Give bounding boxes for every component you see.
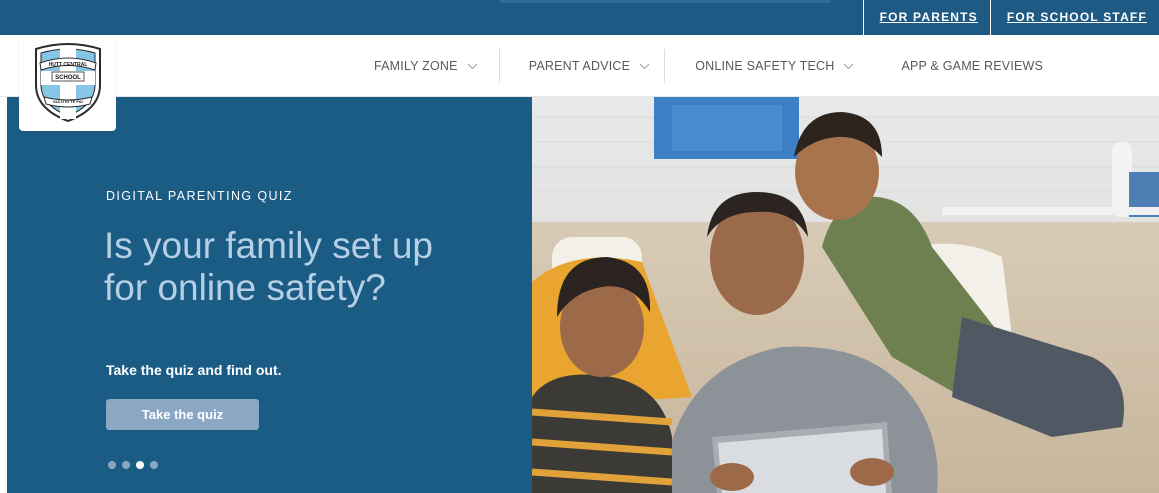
nav-item-family-zone[interactable]: FAMILY ZONE [360, 49, 500, 83]
crest-text-school: SCHOOL [55, 75, 81, 81]
primary-nav: FAMILY ZONE PARENT ADVICE ONLINE SAFETY … [360, 35, 1057, 97]
school-logo[interactable]: HUTT CENTRAL SCHOOL KIA U KI TE PAI [19, 35, 116, 131]
hero-subline: Take the quiz and find out. [106, 362, 282, 378]
audience-links: FOR PARENTS FOR SCHOOL STAFF [862, 0, 1159, 35]
nav-item-parent-advice[interactable]: PARENT ADVICE [500, 49, 666, 83]
nav-item-label: PARENT ADVICE [528, 59, 631, 73]
for-school-staff-link[interactable]: FOR SCHOOL STAFF [989, 0, 1159, 35]
carousel-dot[interactable] [108, 461, 116, 469]
chevron-down-icon [843, 59, 854, 73]
crest-text-top: HUTT CENTRAL [49, 62, 88, 68]
for-parents-link[interactable]: FOR PARENTS [862, 0, 990, 35]
carousel-dot-active[interactable] [136, 461, 144, 469]
chevron-down-icon [467, 59, 478, 73]
nav-item-online-safety-tech[interactable]: ONLINE SAFETY TECH [665, 49, 873, 83]
nav-item-label: ONLINE SAFETY TECH [695, 59, 835, 73]
hero-photo [532, 97, 1159, 493]
main-navbar: FAMILY ZONE PARENT ADVICE ONLINE SAFETY … [0, 35, 1159, 97]
chevron-down-icon [639, 59, 650, 73]
top-utility-bar: FOR PARENTS FOR SCHOOL STAFF [0, 0, 1159, 35]
nav-item-label: APP & GAME REVIEWS [901, 59, 1044, 73]
hero-carousel: DIGITAL PARENTING QUIZ Is your family se… [0, 97, 1159, 493]
hero-headline: Is your family set up for online safety? [104, 225, 434, 308]
hero-eyebrow: DIGITAL PARENTING QUIZ [106, 189, 293, 203]
carousel-dots [108, 461, 158, 469]
school-crest-icon: HUTT CENTRAL SCHOOL KIA U KI TE PAI [35, 43, 101, 123]
nav-item-app-game-reviews[interactable]: APP & GAME REVIEWS [873, 49, 1057, 83]
nav-item-label: FAMILY ZONE [374, 59, 458, 73]
hero-text-panel: DIGITAL PARENTING QUIZ Is your family se… [0, 97, 532, 493]
crest-text-motto: KIA U KI TE PAI [53, 99, 83, 104]
carousel-dot[interactable] [122, 461, 130, 469]
family-tablet-photo-icon [532, 97, 1159, 493]
cropped-banner-strip [500, 0, 830, 3]
take-the-quiz-button[interactable]: Take the quiz [106, 399, 259, 430]
carousel-dot[interactable] [150, 461, 158, 469]
hero-left-edge [0, 97, 7, 493]
